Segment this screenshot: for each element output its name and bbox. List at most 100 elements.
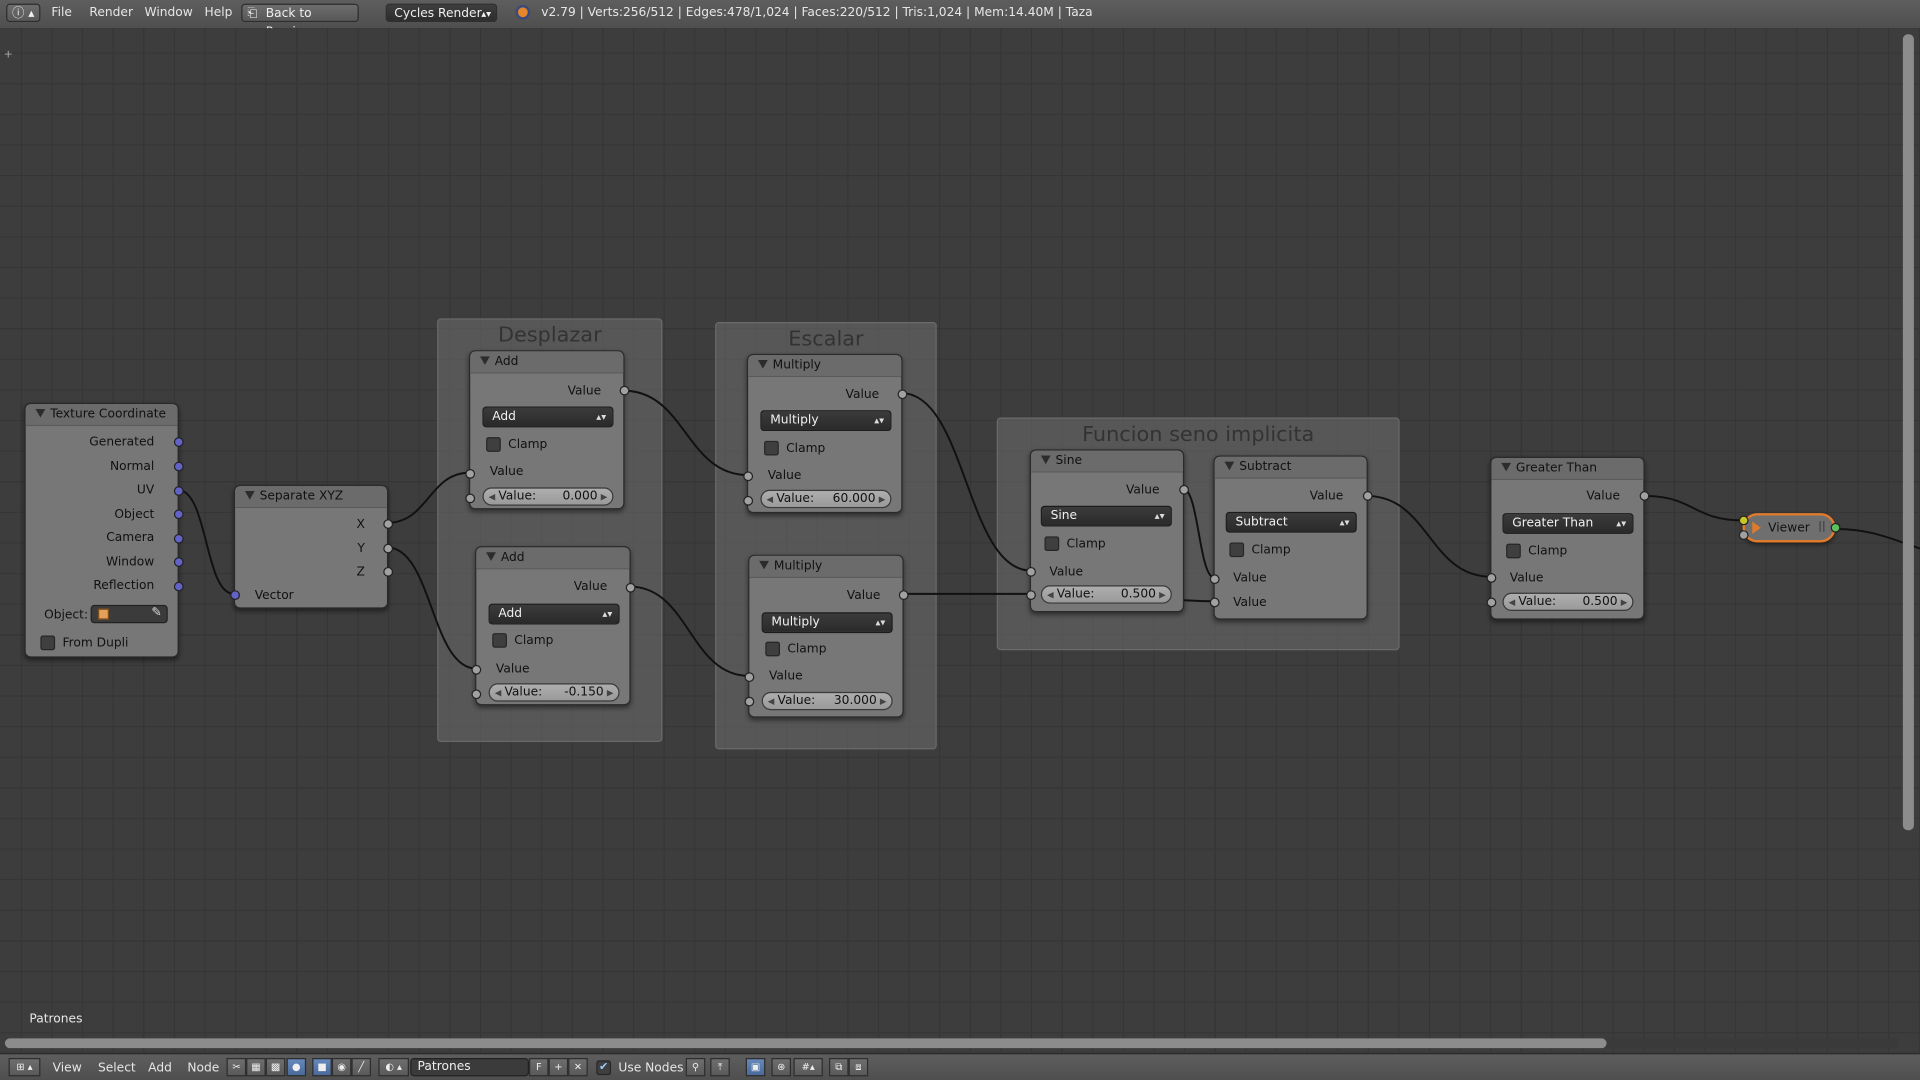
value-field[interactable]: ◀ Value: 30.000 ▶: [761, 691, 893, 711]
node-header[interactable]: Texture Coordinate: [25, 404, 178, 427]
value-field[interactable]: ◀ Value: -0.150 ▶: [488, 683, 620, 702]
socket-input-2[interactable]: [1026, 590, 1036, 601]
node-header[interactable]: Separate XYZ: [235, 486, 387, 509]
scrollbar-thumb[interactable]: [4, 1038, 1607, 1049]
snap-icon[interactable]: ⊛: [771, 1057, 792, 1077]
clamp-checkbox[interactable]: [765, 641, 781, 657]
value-field[interactable]: ◀ Value: 0.000 ▶: [482, 487, 614, 506]
node-texture-coordinate[interactable]: Texture Coordinate Generated Normal UV O…: [24, 402, 184, 658]
socket-input-1[interactable]: [1026, 566, 1036, 577]
node-multiply-2[interactable]: Multiply Value Multiply ▴▾ Clamp Value ◀ V…: [744, 554, 909, 718]
socket-window[interactable]: [173, 557, 184, 567]
menu-node[interactable]: Node: [187, 1062, 219, 1075]
from-dupli-checkbox[interactable]: [40, 635, 56, 651]
fake-user-button[interactable]: F: [528, 1057, 549, 1077]
socket-normal[interactable]: [173, 461, 184, 472]
object-icon[interactable]: ■: [312, 1057, 332, 1077]
add-new-icon[interactable]: +: [548, 1057, 569, 1077]
eyedropper-icon[interactable]: ✎: [151, 606, 161, 619]
socket-output-value[interactable]: [1362, 491, 1373, 501]
socket-camera[interactable]: [173, 533, 184, 544]
socket-output-value[interactable]: [625, 582, 636, 593]
paste-nodes-icon[interactable]: ⧈: [848, 1057, 869, 1077]
node-header[interactable]: Greater Than: [1491, 457, 1644, 481]
clamp-checkbox[interactable]: [764, 440, 779, 456]
socket-input-1[interactable]: [471, 664, 482, 675]
viewer-socket-alpha[interactable]: [1738, 530, 1749, 541]
socket-output-value[interactable]: [897, 389, 908, 400]
info-icon[interactable]: ⓘ ▴: [6, 3, 41, 23]
collapse-triangle-icon[interactable]: [757, 360, 768, 369]
texture-tree-icon[interactable]: ▩: [265, 1057, 286, 1077]
menu-render[interactable]: Render: [89, 6, 133, 19]
node-separate-xyz[interactable]: Separate XYZ X Y Z Vector: [230, 484, 394, 609]
object-shader-icon[interactable]: ●: [286, 1057, 307, 1077]
shader-tree-icon[interactable]: ✂: [226, 1057, 247, 1077]
node-viewer[interactable]: Viewer ||: [1742, 513, 1836, 543]
back-to-previous-button[interactable]: ⎗ Back to Previous: [241, 3, 359, 39]
arrow-left-icon[interactable]: ◀: [1509, 594, 1516, 611]
render-engine-select[interactable]: Cycles Render ▴▾: [385, 3, 498, 23]
socket-x[interactable]: [383, 519, 394, 529]
socket-input-2[interactable]: [1209, 597, 1220, 608]
operation-select[interactable]: Multiply ▴▾: [761, 612, 893, 634]
pin-icon[interactable]: ⚲: [685, 1057, 706, 1077]
compositing-tree-icon[interactable]: ▦: [246, 1057, 266, 1077]
socket-input-2[interactable]: [744, 696, 755, 707]
arrow-left-icon[interactable]: ◀: [495, 684, 502, 701]
arrow-left-icon[interactable]: ◀: [768, 693, 775, 710]
collapse-triangle-icon[interactable]: [1501, 462, 1512, 472]
node-multiply-1[interactable]: Multiply Value Multiply ▴▾ Clamp Value ◀ V…: [743, 353, 908, 514]
socket-generated[interactable]: [173, 437, 184, 447]
socket-y[interactable]: [383, 543, 394, 554]
socket-vector[interactable]: [230, 590, 241, 601]
collapse-triangle-icon[interactable]: [1224, 461, 1235, 471]
arrow-right-icon[interactable]: ▶: [601, 489, 608, 506]
socket-output-value[interactable]: [1639, 491, 1650, 501]
node-editor-icon[interactable]: ⊞ ▴: [8, 1057, 41, 1077]
world-icon[interactable]: ◉: [331, 1057, 352, 1077]
viewer-socket-output[interactable]: [1830, 522, 1841, 533]
unlink-icon[interactable]: ✕: [568, 1057, 588, 1077]
socket-input-2[interactable]: [743, 495, 754, 506]
arrow-right-icon[interactable]: ▶: [879, 491, 886, 508]
node-header[interactable]: Multiply: [748, 355, 902, 378]
node-header[interactable]: Add: [476, 547, 630, 570]
socket-input-1[interactable]: [743, 471, 754, 482]
collapse-triangle-icon[interactable]: [35, 408, 46, 418]
node-canvas[interactable]: + Desplazar Escalar Funcion seno implici…: [0, 28, 1920, 1052]
socket-object[interactable]: [173, 509, 184, 520]
node-header[interactable]: Add: [470, 351, 624, 374]
clamp-checkbox[interactable]: [492, 633, 507, 648]
operation-select[interactable]: Multiply ▴▾: [760, 410, 892, 432]
menu-file[interactable]: File: [51, 6, 71, 19]
expand-triangle-icon[interactable]: [1752, 521, 1761, 534]
operation-select[interactable]: Add ▴▾: [488, 603, 620, 625]
collapse-triangle-icon[interactable]: [480, 356, 490, 365]
line-style-icon[interactable]: ╱: [351, 1057, 372, 1077]
socket-input-1[interactable]: [1209, 574, 1220, 585]
value-field[interactable]: ◀ Value: 60.000 ▶: [760, 489, 892, 509]
collapse-triangle-icon[interactable]: [486, 552, 496, 561]
collapse-triangle-icon[interactable]: [1040, 455, 1051, 465]
node-add-1[interactable]: Add Value Add ▴▾ Clamp Value ◀ Value: 0.000…: [465, 350, 630, 510]
use-nodes-checkbox[interactable]: ✔: [596, 1060, 612, 1076]
value-field[interactable]: ◀ Value: 0.500 ▶: [1040, 585, 1172, 604]
backdrop-icon[interactable]: ▣: [745, 1057, 766, 1077]
clamp-checkbox[interactable]: [1229, 542, 1245, 558]
node-tree-name-field[interactable]: Patrones: [410, 1057, 529, 1077]
vertical-scrollbar[interactable]: [1902, 34, 1914, 831]
socket-z[interactable]: [383, 566, 394, 577]
menu-help[interactable]: Help: [204, 6, 232, 19]
socket-reflection[interactable]: [173, 581, 184, 592]
arrow-right-icon[interactable]: ▶: [607, 684, 614, 701]
menu-window[interactable]: Window: [144, 6, 192, 19]
viewer-socket-color[interactable]: [1738, 515, 1749, 526]
clamp-checkbox[interactable]: [1044, 536, 1060, 552]
socket-input-1[interactable]: [1486, 573, 1497, 583]
socket-input-1[interactable]: [465, 468, 476, 479]
parent-node-icon[interactable]: ⤒: [710, 1057, 730, 1077]
node-header[interactable]: Subtract: [1214, 456, 1367, 479]
operation-select[interactable]: Add ▴▾: [482, 406, 614, 428]
node-sine[interactable]: Sine Value Sine ▴▾ Clamp Value ◀ Value: 0.5…: [1026, 449, 1189, 613]
